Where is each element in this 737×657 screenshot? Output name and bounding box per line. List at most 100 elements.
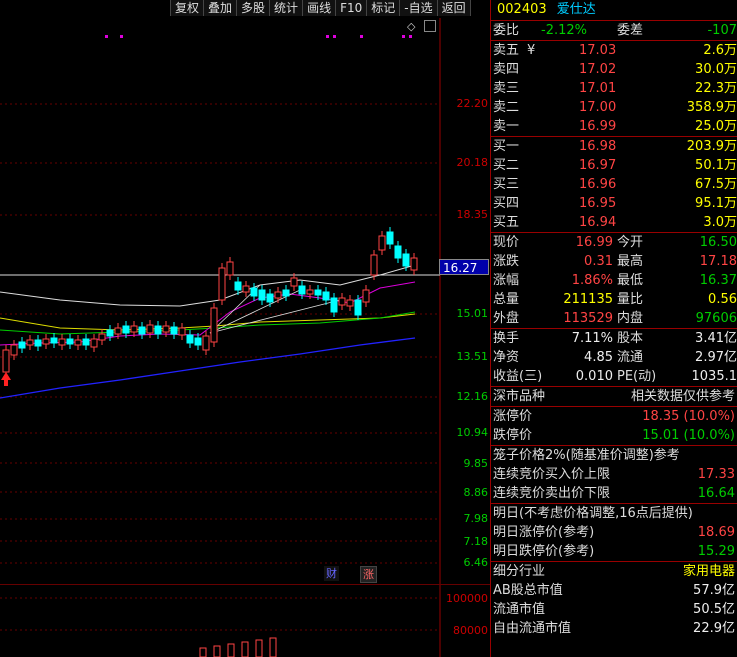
market-note: 相关数据仅供参考	[630, 389, 735, 404]
toolbar-mark-button[interactable]: 标记	[367, 0, 401, 16]
candle-body	[2, 349, 10, 373]
toolbar-draw-button[interactable]: 画线	[303, 0, 337, 16]
bid-row[interactable]: 买一 16.98 203.9万	[491, 137, 737, 156]
industry-label: AB股总市值	[493, 583, 563, 598]
industry-value: 50.5亿	[693, 602, 735, 617]
industry-value[interactable]: 家用电器	[683, 562, 735, 581]
bid-row[interactable]: 买五 16.94 3.0万	[491, 213, 737, 232]
cage-price: 笼子价格2%(随基准价调整)参考 连续竞价买入价上限 17.33 连续竞价卖出价下限…	[491, 446, 737, 504]
ask-label: 卖二	[493, 100, 520, 115]
volume-bar	[213, 645, 221, 657]
candle-body	[314, 289, 322, 296]
event-marker	[402, 35, 405, 38]
price-tick: 12.16	[456, 390, 489, 403]
market-label: 深市品种	[493, 389, 546, 404]
limit-value: 18.35 (10.0%)	[642, 409, 735, 424]
candle-body	[298, 285, 306, 295]
toolbar-back-button[interactable]: 返回	[437, 0, 471, 16]
quote-value: 17.18	[699, 254, 737, 269]
candle-body	[202, 335, 210, 351]
bid-row[interactable]: 买三 16.96 67.5万	[491, 175, 737, 194]
event-marker	[333, 35, 336, 38]
quote-row: 涨幅 1.86% 最低 16.37	[491, 271, 737, 290]
diamond-icon[interactable]: ◇	[407, 20, 415, 33]
limit-up-badge[interactable]: 涨	[360, 566, 377, 583]
event-marker	[360, 35, 363, 38]
stock-name[interactable]: 爱仕达	[557, 2, 596, 17]
bid-row[interactable]: 买二 16.97 50.1万	[491, 156, 737, 175]
event-marker	[326, 35, 329, 38]
candle-body	[362, 289, 370, 303]
candle-body	[394, 245, 402, 259]
ask-label: 卖一	[493, 119, 520, 134]
candle-body	[402, 253, 410, 267]
candle-body	[282, 289, 290, 297]
fund-label: 净资	[493, 350, 520, 365]
candle-body	[306, 289, 314, 295]
price-tick: 9.85	[463, 457, 489, 470]
ask-book: 卖五 17.03 2.6万 ¥ 卖四 17.02 30.0万 卖三 17.01 22.3万 卖二 17…	[491, 41, 737, 137]
quote-value: 0.56	[708, 292, 737, 307]
candle-body	[410, 257, 418, 271]
toolbar-multistock-button[interactable]: 多股	[237, 0, 271, 16]
bid-volume: 95.1万	[695, 196, 737, 211]
industry-label: 自由流通市值	[493, 621, 572, 636]
candle-body	[274, 291, 282, 299]
fund-value: 3.41亿	[695, 331, 737, 346]
ask-row[interactable]: 卖三 17.01 22.3万	[491, 79, 737, 98]
financial-badge[interactable]: 财	[324, 566, 339, 581]
limit-row: 跌停价 15.01 (10.0%)	[491, 426, 737, 445]
ask-row[interactable]: 卖五 17.03 2.6万 ¥	[491, 41, 737, 60]
bid-price: 16.98	[579, 139, 617, 154]
price-tick: 7.18	[463, 535, 489, 548]
candle-body	[226, 261, 234, 276]
industry-label: 细分行业	[493, 564, 546, 579]
candle-body	[58, 338, 66, 346]
candle-body	[290, 277, 298, 287]
toolbar-overlay-button[interactable]: 叠加	[204, 0, 238, 16]
quote-value: 1.86%	[571, 273, 613, 288]
kline-chart[interactable]: 复权 叠加 多股 统计 画线 F10 标记 -自选 返回 ◇ 22.20 20.…	[0, 0, 490, 657]
price-tick: 13.51	[456, 350, 489, 363]
event-marker	[105, 35, 108, 38]
current-price-marker: 16.27	[439, 259, 489, 275]
close-box-icon[interactable]	[424, 20, 436, 32]
cage-value: 16.64	[697, 486, 735, 501]
candle-body	[330, 297, 338, 313]
tomorrow-label: 明日涨停价(参考)	[493, 525, 595, 540]
toolbar-watchlist-button[interactable]: -自选	[400, 0, 438, 16]
candle-body	[322, 291, 330, 301]
bid-volume: 3.0万	[703, 215, 737, 230]
limit-label: 涨停价	[493, 409, 533, 424]
ask-price: 16.99	[579, 119, 617, 134]
candle-body	[146, 324, 154, 334]
quote-value: 16.50	[699, 235, 737, 250]
quote-stats: 现价 16.99 今开 16.50 涨跌 0.31 最高 17.18 涨幅 1.86% 最低 16.3…	[491, 233, 737, 329]
ask-volume: 25.0万	[695, 119, 737, 134]
fundamentals: 换手 7.11% 股本 3.41亿 净资 4.85 流通 2.97亿 收益(三) 0.010 PE(…	[491, 329, 737, 387]
trend-line	[209, 299, 341, 334]
ask-row[interactable]: 卖二 17.00 358.9万	[491, 98, 737, 117]
bid-row[interactable]: 买四 16.95 95.1万	[491, 194, 737, 213]
cage-label: 连续竞价买入价上限	[493, 467, 611, 482]
quote-value: 113529	[563, 311, 613, 326]
ask-price: 17.03	[579, 43, 617, 58]
industry-info: 细分行业 家用电器 AB股总市值 57.9亿 流通市值 50.5亿 自由流通市值 22.9…	[491, 562, 737, 638]
quote-label: 最高	[617, 254, 644, 269]
candle-body	[194, 337, 202, 346]
toolbar-fuquan-button[interactable]: 复权	[170, 0, 205, 16]
kline-canvas[interactable]	[0, 0, 490, 657]
ask-row[interactable]: 卖四 17.02 30.0万	[491, 60, 737, 79]
tomorrow-value: 15.29	[697, 544, 735, 559]
toolbar-f10-button[interactable]: F10	[336, 0, 368, 16]
candle-body	[186, 334, 194, 344]
candle-body	[114, 327, 122, 335]
ask-row[interactable]: 卖一 16.99 25.0万	[491, 117, 737, 136]
volume-bar	[255, 639, 263, 657]
toolbar-stats-button[interactable]: 统计	[270, 0, 304, 16]
limit-value: 15.01 (10.0%)	[642, 428, 735, 443]
candle-body	[154, 325, 162, 335]
ask-label: 卖五	[493, 43, 520, 58]
cage-row: 连续竞价买入价上限 17.33	[491, 465, 737, 484]
fund-label: 流通	[617, 350, 644, 365]
